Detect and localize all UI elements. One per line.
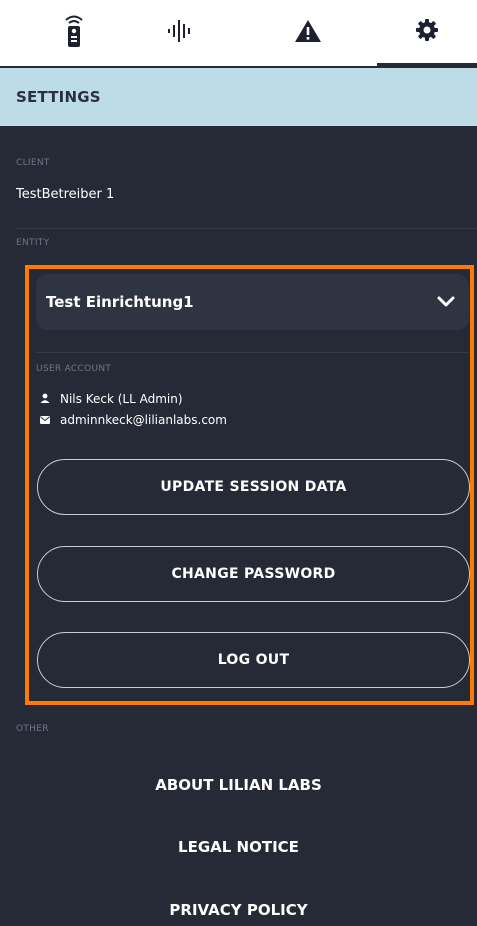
mail-icon: [40, 413, 50, 427]
user-name: Nils Keck (LL Admin): [60, 392, 183, 406]
warning-icon: [294, 18, 322, 48]
logout-button[interactable]: LOG OUT: [37, 632, 470, 688]
chevron-down-icon: [437, 293, 455, 312]
entity-dropdown[interactable]: Test Einrichtung1: [36, 274, 469, 330]
entity-selected-value: Test Einrichtung1: [46, 293, 194, 311]
change-password-button[interactable]: CHANGE PASSWORD: [37, 546, 470, 602]
update-session-data-button[interactable]: UPDATE SESSION DATA: [37, 459, 470, 515]
client-label: CLIENT: [16, 158, 50, 168]
entity-label: ENTITY: [16, 238, 50, 248]
tab-alerts[interactable]: [248, 0, 368, 66]
client-value: TestBetreiber 1: [16, 187, 115, 202]
divider: [16, 228, 477, 229]
top-tab-bar: [0, 0, 477, 66]
other-label: OTHER: [16, 724, 49, 734]
audio-wave-icon: [166, 18, 194, 48]
divider: [36, 352, 469, 353]
tab-settings[interactable]: [377, 0, 477, 66]
user-email-row: adminnkeck@lilianlabs.com: [40, 413, 227, 427]
privacy-policy-link[interactable]: PRIVACY POLICY: [0, 901, 477, 919]
user-email: adminnkeck@lilianlabs.com: [60, 413, 227, 427]
legal-notice-link[interactable]: LEGAL NOTICE: [0, 838, 477, 856]
user-account-label: USER ACCOUNT: [36, 364, 112, 374]
tab-remote[interactable]: [14, 0, 134, 66]
about-lilian-labs-link[interactable]: ABOUT LILIAN LABS: [0, 776, 477, 794]
user-icon: [40, 392, 50, 406]
remote-icon: [63, 14, 85, 52]
gear-icon: [415, 18, 439, 46]
tab-audio[interactable]: [120, 0, 240, 66]
user-name-row: Nils Keck (LL Admin): [40, 392, 183, 406]
page-title: SETTINGS: [0, 68, 477, 126]
